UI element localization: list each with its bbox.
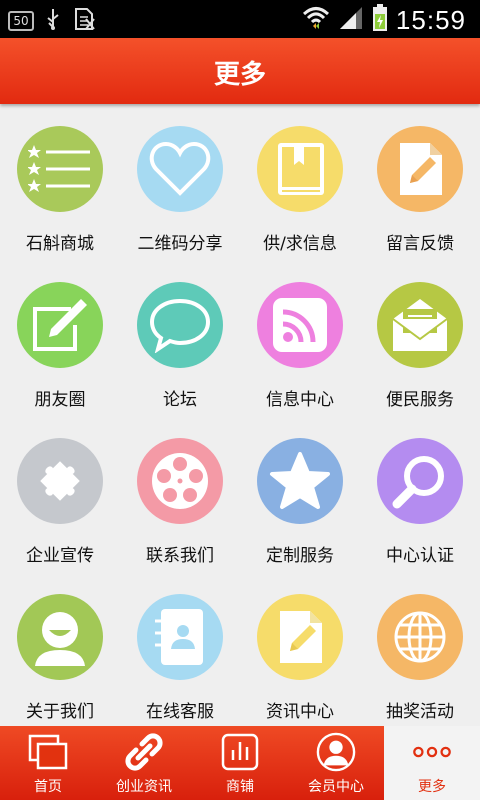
tab-home[interactable]: 首页	[0, 726, 96, 800]
rss-icon	[257, 282, 343, 368]
grid-item-label: 定制服务	[266, 546, 334, 566]
signal-icon	[338, 5, 364, 35]
star-icon	[257, 438, 343, 524]
home-pages-icon	[28, 732, 68, 772]
magnifier-icon	[377, 438, 463, 524]
more-dots-icon	[412, 732, 452, 772]
grid-item-label: 留言反馈	[386, 234, 454, 254]
tab-label: 会员中心	[308, 779, 364, 795]
status-bar: 50 15:59	[0, 0, 480, 38]
chat-bubble-icon	[137, 282, 223, 368]
tab-label: 首页	[34, 779, 62, 795]
note-edit-icon	[377, 126, 463, 212]
tab-label: 更多	[418, 779, 446, 795]
grid-item-info-center[interactable]: 信息中心	[240, 260, 360, 416]
grid-item-about-us[interactable]: 关于我们	[0, 572, 120, 726]
grid-item-label: 朋友圈	[34, 390, 86, 410]
grid-item-certification[interactable]: 中心认证	[360, 416, 480, 572]
grid-item-qrcode-share[interactable]: 二维码分享	[120, 104, 240, 260]
grid-item-label: 关于我们	[26, 702, 94, 722]
grid-item-mall[interactable]: 石斛商城	[0, 104, 120, 260]
chart-bars-icon	[220, 732, 260, 772]
grid-item-label: 供/求信息	[263, 234, 337, 254]
grid-item-contact-us[interactable]: 联系我们	[120, 416, 240, 572]
pencil-box-icon	[17, 282, 103, 368]
envelope-icon	[377, 282, 463, 368]
battery-icon	[372, 4, 388, 36]
grid-item-label: 信息中心	[266, 390, 334, 410]
globe-icon	[377, 594, 463, 680]
feature-grid: 石斛商城 二维码分享 供/求信息 留言反馈 朋友圈 论坛 信息中心 便民服务 企…	[0, 104, 480, 726]
sim-icon	[72, 7, 96, 35]
tab-label: 商铺	[226, 779, 254, 795]
grid-item-label: 二维码分享	[137, 234, 223, 254]
title-bar: 更多	[0, 38, 480, 104]
notification-badge: 50	[8, 11, 34, 31]
grid-item-custom-service[interactable]: 定制服务	[240, 416, 360, 572]
grid-item-feedback[interactable]: 留言反馈	[360, 104, 480, 260]
list-stars-icon	[17, 126, 103, 212]
link-icon	[124, 732, 164, 772]
grid-item-label: 抽奖活动	[386, 702, 454, 722]
tab-more[interactable]: 更多	[384, 726, 480, 800]
puzzle-icon	[17, 438, 103, 524]
heart-icon	[137, 126, 223, 212]
film-reel-icon	[137, 438, 223, 524]
tab-startup-news[interactable]: 创业资讯	[96, 726, 192, 800]
grid-item-company-promo[interactable]: 企业宣传	[0, 416, 120, 572]
grid-item-supply-demand[interactable]: 供/求信息	[240, 104, 360, 260]
page-title: 更多	[213, 60, 266, 90]
grid-item-news-center[interactable]: 资讯中心	[240, 572, 360, 726]
user-icon	[316, 732, 356, 772]
bottom-tab-bar: 首页 创业资讯 商铺 会员中心 更多	[0, 726, 480, 800]
tab-shop[interactable]: 商铺	[192, 726, 288, 800]
grid-item-lottery[interactable]: 抽奖活动	[360, 572, 480, 726]
grid-item-label: 论坛	[163, 390, 197, 410]
usb-icon	[44, 7, 62, 35]
note-edit-icon	[257, 594, 343, 680]
contact-book-icon	[137, 594, 223, 680]
grid-item-label: 便民服务	[386, 390, 454, 410]
grid-item-online-support[interactable]: 在线客服	[120, 572, 240, 726]
grid-item-convenience[interactable]: 便民服务	[360, 260, 480, 416]
smiley-user-icon	[17, 594, 103, 680]
grid-item-label: 石斛商城	[26, 234, 94, 254]
tab-member-center[interactable]: 会员中心	[288, 726, 384, 800]
grid-item-label: 中心认证	[386, 546, 454, 566]
grid-item-forum[interactable]: 论坛	[120, 260, 240, 416]
clock: 15:59	[395, 4, 466, 35]
grid-item-label: 联系我们	[146, 546, 214, 566]
grid-item-label: 企业宣传	[26, 546, 94, 566]
grid-item-moments[interactable]: 朋友圈	[0, 260, 120, 416]
grid-item-label: 资讯中心	[266, 702, 334, 722]
grid-item-label: 在线客服	[146, 702, 214, 722]
wifi-icon	[302, 5, 330, 35]
book-icon	[257, 126, 343, 212]
tab-label: 创业资讯	[116, 779, 172, 795]
